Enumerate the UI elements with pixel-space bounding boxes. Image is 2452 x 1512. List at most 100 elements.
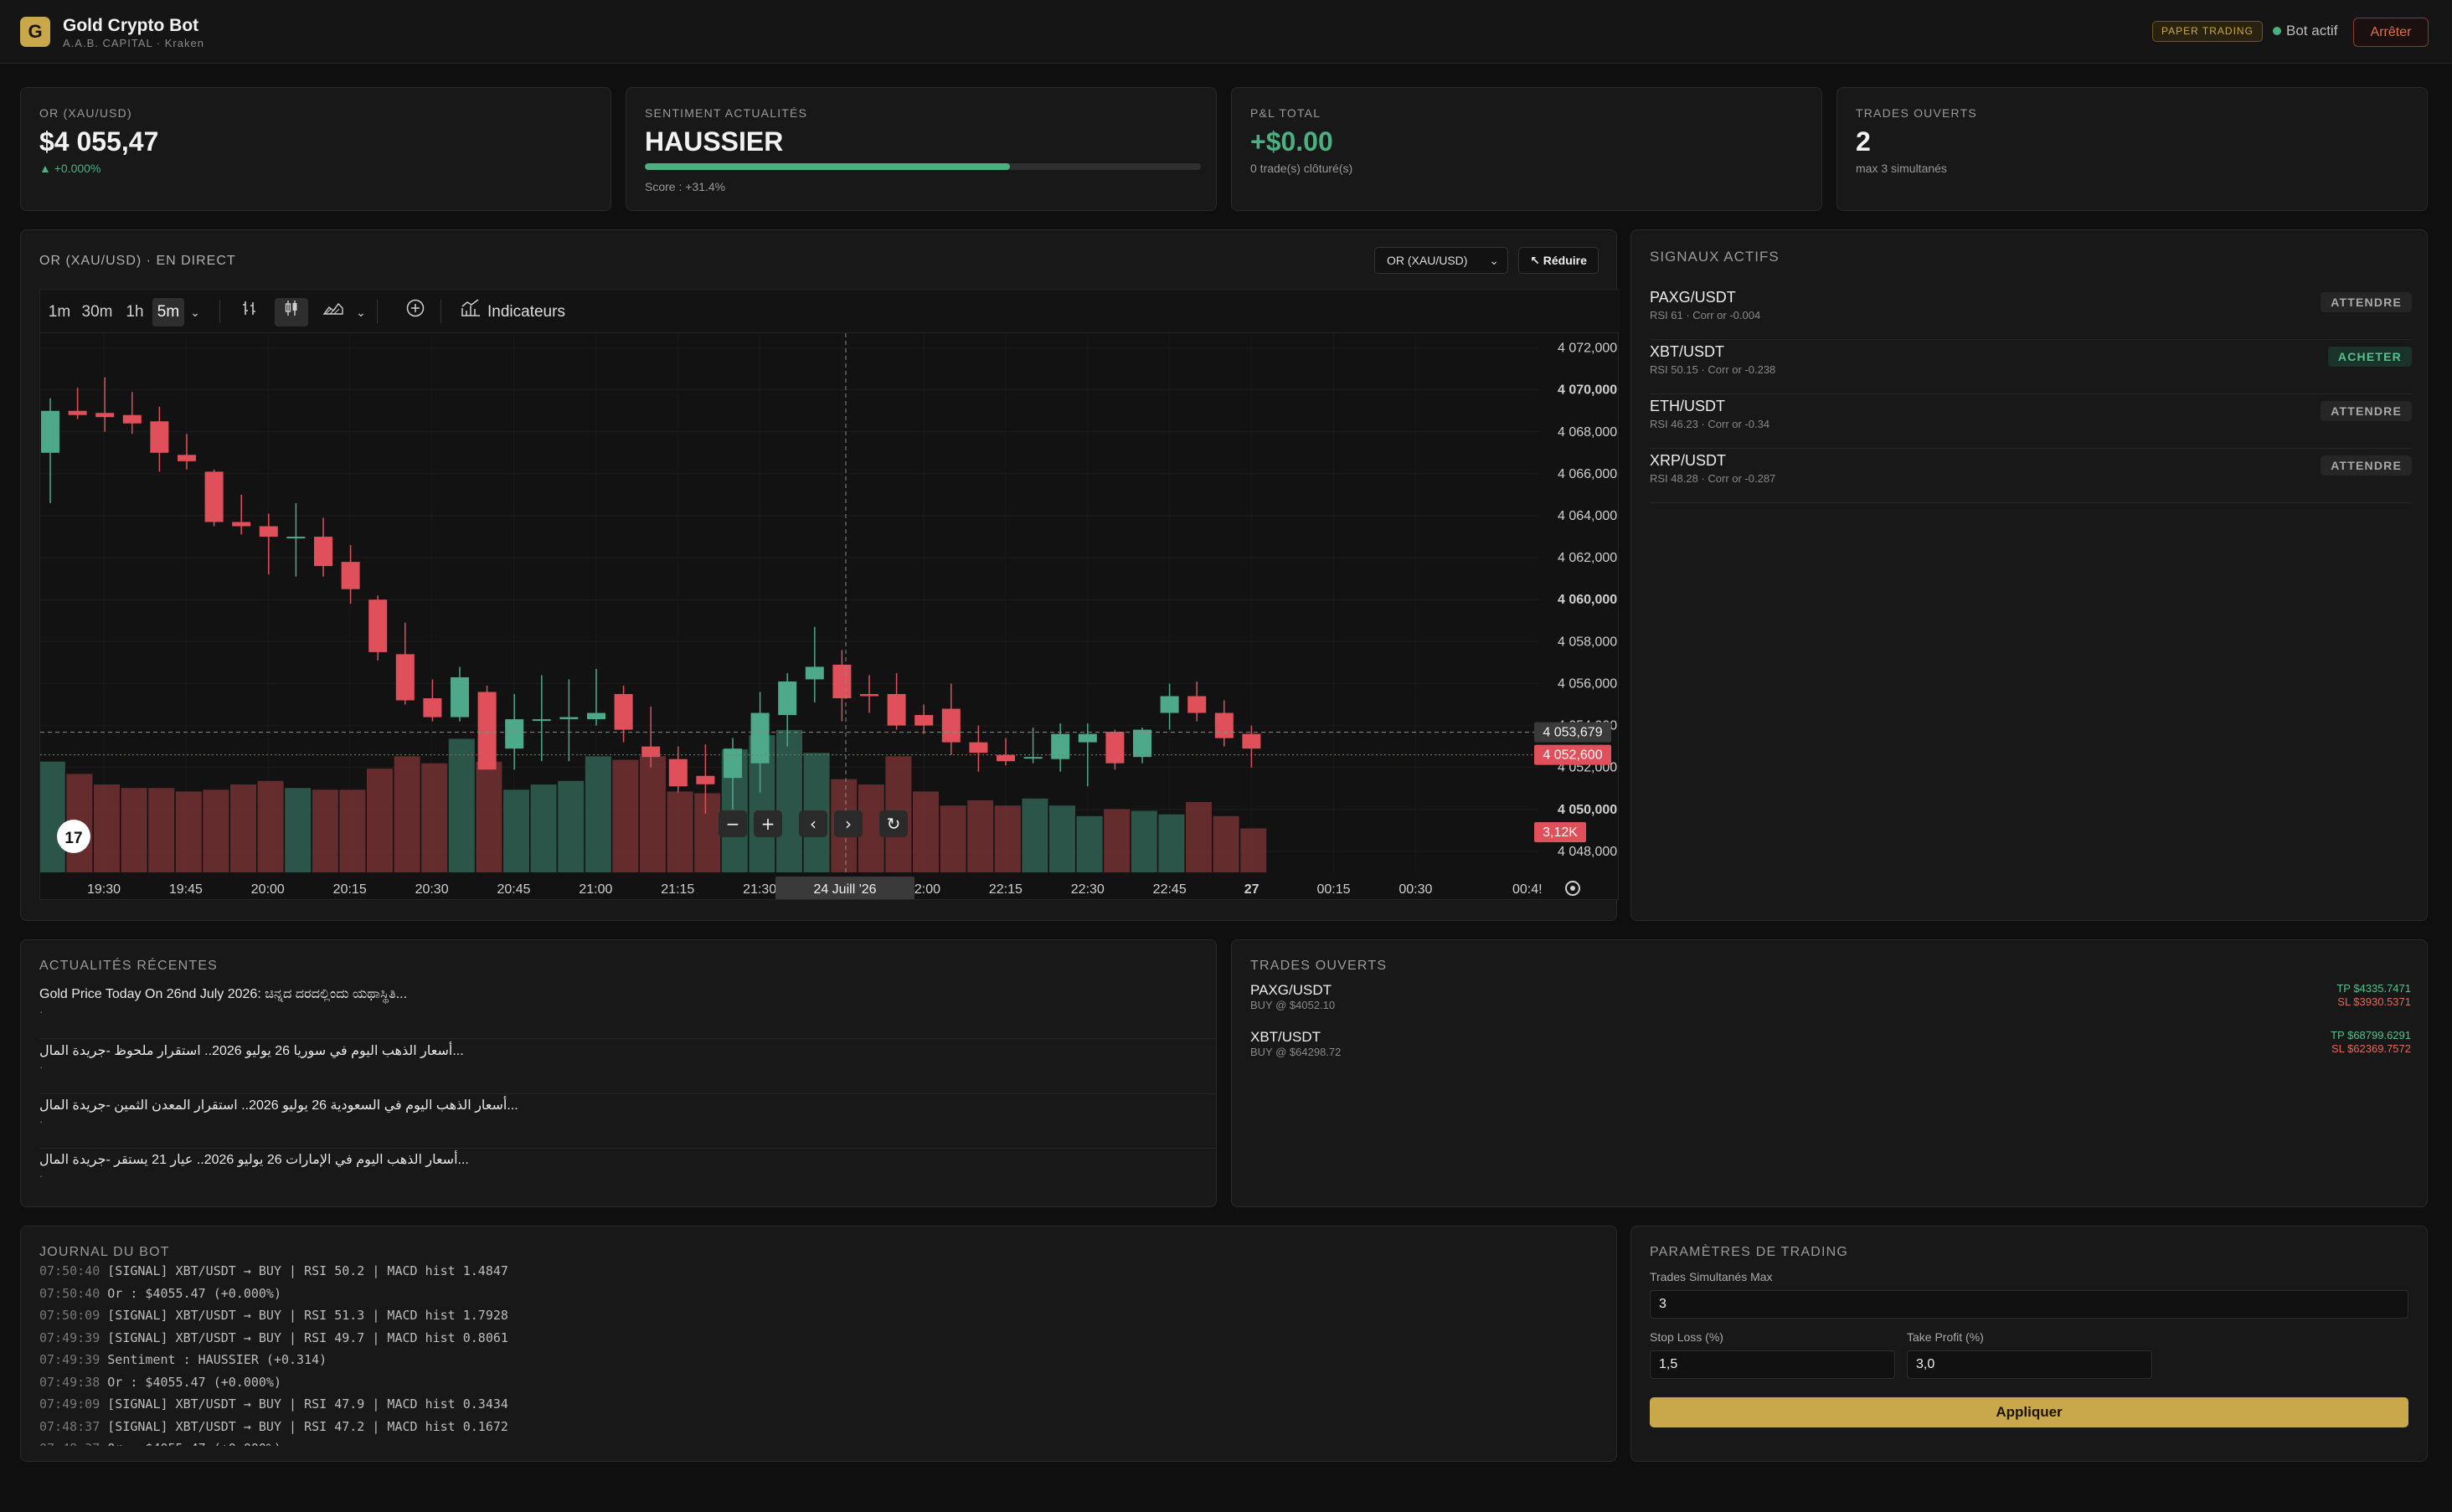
volume-bar [175,791,202,872]
news-item[interactable]: أسعار الذهب اليوم في الإمارات 26 يوليو 2… [39,1148,1217,1203]
journal-log[interactable]: 07:50:40 [SIGNAL] XBT/USDT → BUY | RSI 5… [21,1227,1612,1446]
signal-pair: PAXG/USDT [1650,289,1736,306]
volume-bar [367,769,393,872]
add-compare-icon[interactable] [399,298,432,327]
timeframe-1m[interactable]: 1m [45,298,74,327]
volume-bar [776,729,802,872]
toolbar-divider [440,300,441,323]
signal-pair: XRP/USDT [1650,452,1727,469]
candle-body [451,676,469,717]
volume-bar [421,763,448,872]
pnl-card: P&L TOTAL +$0.00 0 trade(s) clôturé(s) [1231,87,1822,211]
zoom-in-icon[interactable]: + [754,810,782,837]
x-tick-label: 19:30 [87,882,121,897]
volume-bar [1186,802,1212,872]
signal-meta: RSI 48.28 · Corr or -0.287 [1650,472,1776,485]
volume-bar [1213,815,1239,872]
indicators-button[interactable]: Indicateurs [487,298,565,327]
candle-body [1187,696,1207,713]
candle-body [969,742,988,753]
y-tick-label: 4 064,000 [1558,509,1617,523]
journal-timestamp: 07:48:37 [39,1441,107,1446]
trade-entry: BUY @ $64298.72 [1250,1046,1342,1058]
signal-row[interactable]: ETH/USDT RSI 46.23 · Corr or -0.34 ATTEN… [1650,394,2412,449]
news-headline[interactable]: أسعار الذهب اليوم في سوريا 26 يوليو 2026… [39,1042,464,1059]
candle-body [997,754,1015,762]
journal-timestamp: 07:49:39 [39,1329,108,1345]
open-trade-row[interactable]: XBT/USDT BUY @ $64298.72 TP $68799.6291 … [1250,1029,2411,1076]
timeframe-30m[interactable]: 30m [77,298,117,327]
y-tick-label: 4 060,000 [1558,593,1617,607]
trade-take-profit: TP $68799.6291 [2331,1029,2411,1041]
x-tick-label: 22:45 [1153,882,1187,897]
signal-row[interactable]: PAXG/USDT RSI 61 · Corr or -0.004 ATTEND… [1650,285,2412,340]
y-tick-label: 4 072,000 [1558,342,1617,356]
news-headline[interactable]: Gold Price Today On 26nd July 2026: ಚಿನ್… [39,987,407,1002]
candle-body [1133,729,1151,758]
open-trade-row[interactable]: PAXG/USDT BUY @ $4052.10 TP $4335.7471 S… [1250,982,2411,1029]
trade-pair: XBT/USDT [1250,1029,1321,1045]
signal-row[interactable]: XRP/USDT RSI 48.28 · Corr or -0.287 ATTE… [1650,449,2412,503]
news-item[interactable]: Gold Price Today On 26nd July 2026: ಚಿನ್… [39,984,1217,1039]
chart-type-dropdown-chevron-icon[interactable]: ⌄ [350,298,372,327]
open-trades-max: max 3 simultanés [1856,162,1947,175]
apply-button[interactable]: Appliquer [1650,1397,2408,1427]
gold-price-value: $4 055,47 [39,126,159,157]
candle-body [232,522,251,527]
x-tick-label: 22:30 [1071,882,1105,897]
active-signals-panel: SIGNAUX ACTIFS PAXG/USDT RSI 61 · Corr o… [1630,229,2428,921]
scroll-right-icon[interactable]: › [834,810,863,837]
signal-row[interactable]: XBT/USDT RSI 50.15 · Corr or -0.238 ACHE… [1650,340,2412,394]
take-profit-input[interactable] [1907,1350,2152,1379]
sentiment-label: SENTIMENT ACTUALITÉS [645,106,808,120]
x-tick-label: 00:30 [1399,882,1432,897]
news-item[interactable]: أسعار الذهب اليوم في السعودية 26 يوليو 2… [39,1093,1217,1149]
volume-bar [913,791,939,872]
journal-line: 07:49:38 Or : $4055.47 (+0.000%) [39,1375,281,1390]
candle-body [1078,733,1097,743]
timeframe-1h[interactable]: 1h [121,298,149,327]
trade-pair: PAXG/USDT [1250,982,1332,998]
pair-select[interactable]: OR (XAU/USD) ⌄ [1374,247,1508,274]
candle-chart-type-icon[interactable] [275,298,308,327]
trade-stop-loss: SL $62369.7572 [2331,1042,2411,1055]
candle-body [395,654,415,701]
pnl-closed-count: 0 trade(s) clôturé(s) [1250,162,1353,175]
candle-body [641,746,661,758]
crosshair-time-label: 24 Juill '26 [813,882,876,897]
reset-chart-icon[interactable]: ↻ [879,810,908,837]
news-headline[interactable]: أسعار الذهب اليوم في الإمارات 26 يوليو 2… [39,1151,469,1168]
scroll-left-icon[interactable]: ‹ [799,810,827,837]
volume-bar [530,784,557,872]
news-item[interactable]: أسعار الذهب اليوم في سوريا 26 يوليو 2026… [39,1039,1217,1094]
gold-price-change: ▲ +0.000% [39,162,101,175]
candle-body [122,414,142,424]
timeframe-5m[interactable]: 5m [152,298,184,327]
stop-bot-button[interactable]: Arrêter [2353,18,2429,47]
candle-body [204,471,224,522]
candle-body [750,712,770,764]
stop-loss-input[interactable] [1650,1350,1895,1379]
volume-bar [1022,798,1048,872]
journal-line: 07:49:09 [SIGNAL] XBT/USDT → BUY | RSI 4… [39,1396,508,1412]
timeframe-dropdown-chevron-icon[interactable]: ⌄ [184,298,206,327]
journal-line: 07:50:09 [SIGNAL] XBT/USDT → BUY | RSI 5… [39,1308,508,1323]
zoom-out-icon[interactable]: − [719,810,747,837]
candle-body [41,410,59,453]
app-title: Gold Crypto Bot [63,16,199,35]
take-profit-label: Take Profit (%) [1907,1330,1984,1344]
news-headline[interactable]: أسعار الذهب اليوم في السعودية 26 يوليو 2… [39,1097,518,1113]
stop-loss-label: Stop Loss (%) [1650,1330,1723,1344]
candle-body [559,717,579,720]
signal-pair: ETH/USDT [1650,398,1725,414]
candle-body [1214,712,1234,738]
journal-message: Or : $4055.47 (+0.000%) [107,1374,281,1390]
journal-line: 07:49:39 [SIGNAL] XBT/USDT → BUY | RSI 4… [39,1330,508,1345]
reduce-button[interactable]: ↖ Réduire [1518,247,1599,274]
candlestick-chart[interactable]: 4 072,000 4 070,000 4 068,000 4 066,000 4 06… [40,333,1618,899]
indicators-icon[interactable] [454,298,487,327]
sentiment-value: HAUSSIER [645,126,784,157]
area-chart-type-icon[interactable] [317,298,350,327]
max-trades-input[interactable] [1650,1290,2408,1319]
bar-chart-type-icon[interactable] [233,298,266,327]
